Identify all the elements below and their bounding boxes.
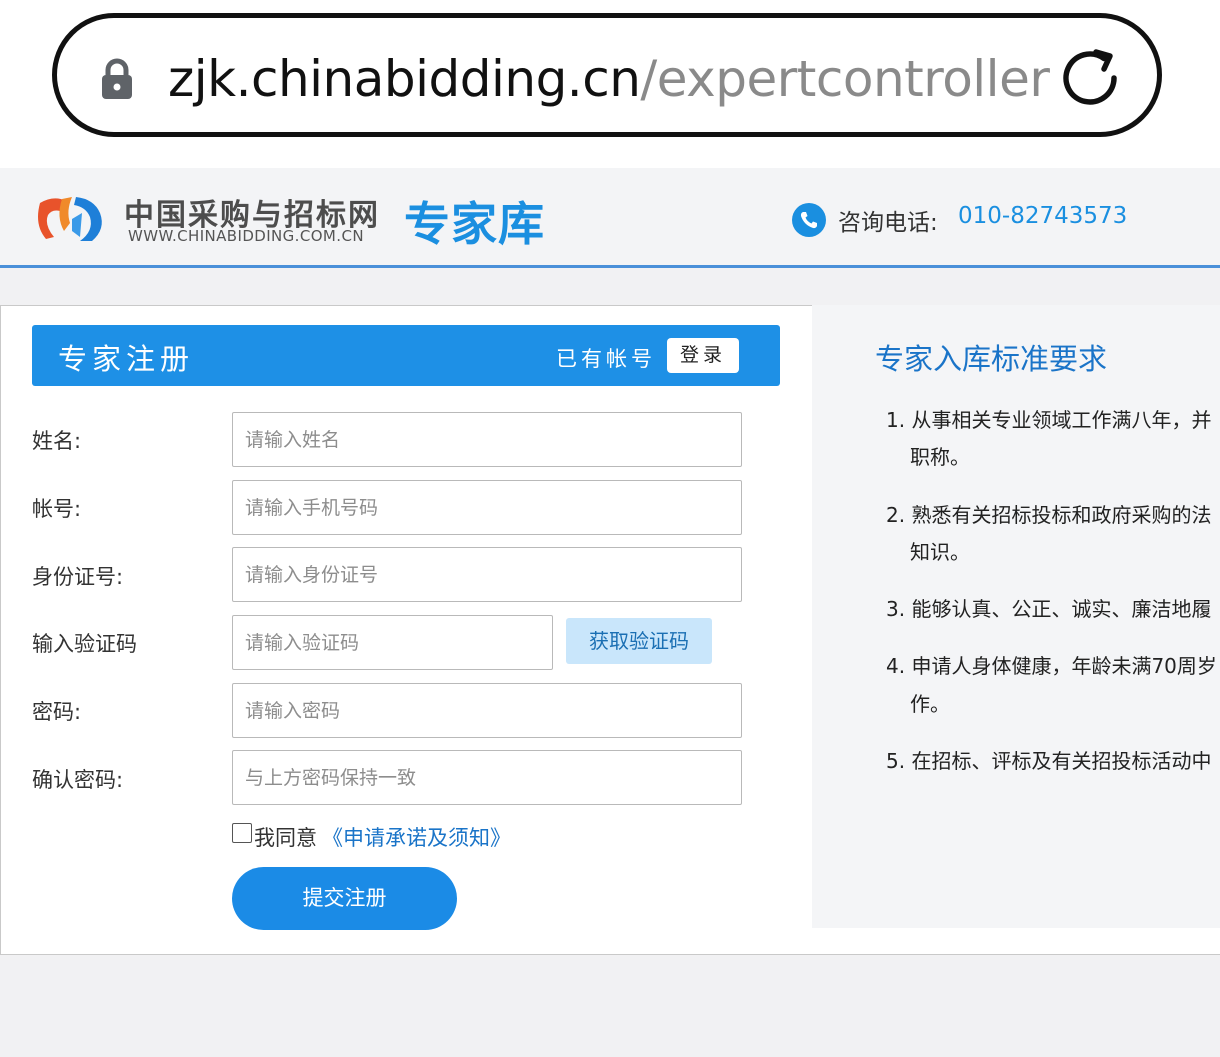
login-button[interactable]: 登录 [667,338,739,373]
chinabidding-logo-icon[interactable] [36,191,108,243]
verification-code-label: 输入验证码 [32,632,137,656]
logo-english-url: WWW.CHINABIDDING.COM.CN [128,227,364,245]
id-number-label: 身份证号: [32,565,124,589]
confirm-password-input[interactable] [232,750,742,805]
requirement-item-2-cont: 知识。 [910,540,970,564]
phone-label: 咨询电话: [838,210,938,236]
confirm-password-label: 确认密码: [32,768,124,792]
password-input[interactable] [232,683,742,738]
agree-text: 我同意 [254,826,317,850]
header-divider [0,265,1220,268]
requirement-item-2: 2. 熟悉有关招标投标和政府采购的法 [886,503,1212,527]
get-code-button[interactable]: 获取验证码 [566,618,712,664]
url-path: /expertcontroller [640,50,1050,108]
name-input[interactable] [232,412,742,467]
requirement-item-1-cont: 职称。 [910,445,970,469]
requirement-item-5: 5. 在招标、评标及有关招投标活动中 [886,749,1212,773]
agree-checkbox[interactable] [232,823,252,843]
phone-number[interactable]: 010-82743573 [958,203,1127,229]
verification-code-input[interactable] [232,615,553,670]
have-account-text: 已有帐号 [556,347,656,371]
requirements-title: 专家入库标准要求 [875,342,1108,376]
password-label: 密码: [32,700,82,724]
agreement-link[interactable]: 《申请承诺及须知》 [322,822,511,852]
requirement-item-4-cont: 作。 [910,692,950,716]
account-label: 帐号: [32,497,82,521]
registration-title: 专家注册 [58,342,195,376]
requirement-item-4: 4. 申请人身体健康，年龄未满70周岁 [886,654,1217,678]
url-text[interactable]: zjk.chinabidding.cn/expertcontroller [168,44,1050,114]
requirement-item-3: 3. 能够认真、公正、诚实、廉洁地履 [886,597,1212,621]
submit-registration-button[interactable]: 提交注册 [232,867,457,930]
phone-icon [792,203,826,237]
logo-expert-library: 专家库 [404,197,545,251]
lock-icon [102,58,132,99]
requirement-item-1: 1. 从事相关专业领域工作满八年，并 [886,408,1212,432]
reload-icon[interactable] [1056,44,1124,112]
name-label: 姓名: [32,429,82,453]
account-input[interactable] [232,480,742,535]
id-number-input[interactable] [232,547,742,602]
url-domain: zjk.chinabidding.cn [168,50,641,108]
